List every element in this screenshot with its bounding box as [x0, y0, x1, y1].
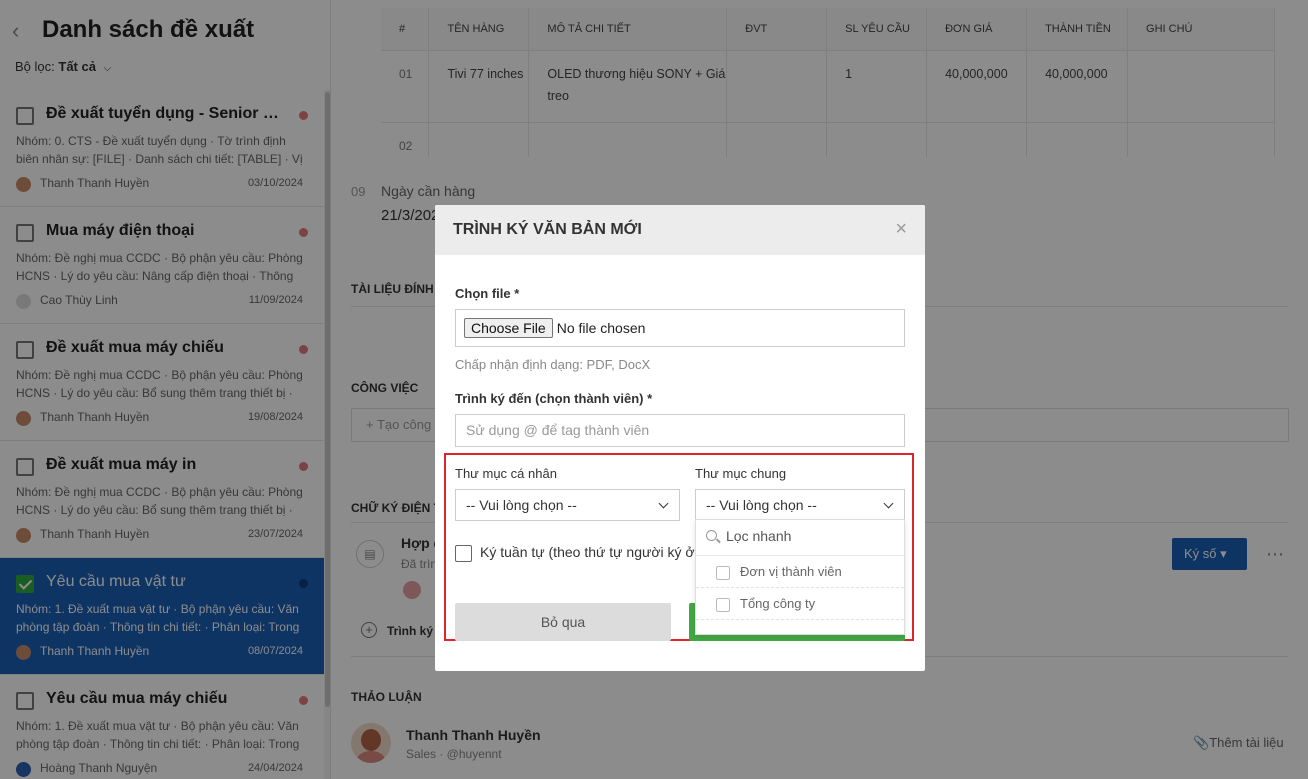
modal-title: TRÌNH KÝ VĂN BẢN MỚI: [453, 221, 642, 238]
option-label: Đơn vị thành viên: [740, 564, 842, 579]
skip-button[interactable]: Bỏ qua: [455, 603, 671, 641]
shared-folder-value: -- Vui lòng chọn --: [706, 497, 817, 513]
sign-document-modal: TRÌNH KÝ VĂN BẢN MỚI × Chọn file * Choos…: [435, 205, 925, 671]
checkbox[interactable]: [716, 597, 730, 612]
dropdown-option[interactable]: Đơn vị thành viên: [696, 556, 904, 588]
search-icon: [706, 530, 717, 541]
dropdown-option[interactable]: Tổng công ty: [696, 588, 904, 620]
shared-folder-dropdown: Lọc nhanh Đơn vị thành viên Tổng công ty: [695, 519, 905, 635]
personal-folder-select[interactable]: -- Vui lòng chọn --: [455, 489, 680, 521]
sequential-sign-checkbox[interactable]: Ký tuần tự (theo thứ tự người ký ở trên): [455, 544, 699, 562]
dropdown-search[interactable]: Lọc nhanh: [696, 520, 904, 556]
checkbox[interactable]: [455, 544, 472, 562]
shared-folder-label: Thư mục chung: [695, 466, 787, 481]
choose-file-button[interactable]: Choose File: [464, 318, 553, 338]
file-label: Chọn file *: [455, 286, 520, 301]
file-status: No file chosen: [556, 320, 646, 336]
modal-header: TRÌNH KÝ VĂN BẢN MỚI ×: [435, 205, 925, 255]
close-icon[interactable]: ×: [895, 218, 907, 241]
chevron-down-icon: [658, 498, 669, 509]
personal-folder-value: -- Vui lòng chọn --: [466, 497, 577, 513]
recipient-label: Trình ký đến (chọn thành viên) *: [455, 391, 653, 406]
personal-folder-label: Thư mục cá nhân: [455, 466, 557, 481]
sequential-sign-label: Ký tuần tự (theo thứ tự người ký ở trên): [480, 544, 699, 560]
file-input[interactable]: Choose File No file chosen: [455, 309, 905, 347]
chevron-down-icon: [883, 498, 894, 509]
option-label: Tổng công ty: [740, 596, 816, 611]
dropdown-search-placeholder: Lọc nhanh: [726, 528, 792, 544]
shared-folder-select[interactable]: -- Vui lòng chọn --: [695, 489, 905, 521]
file-format-hint: Chấp nhận định dạng: PDF, DocX: [455, 357, 651, 372]
recipient-input[interactable]: Sử dụng @ để tag thành viên: [455, 414, 905, 447]
checkbox[interactable]: [716, 565, 730, 580]
